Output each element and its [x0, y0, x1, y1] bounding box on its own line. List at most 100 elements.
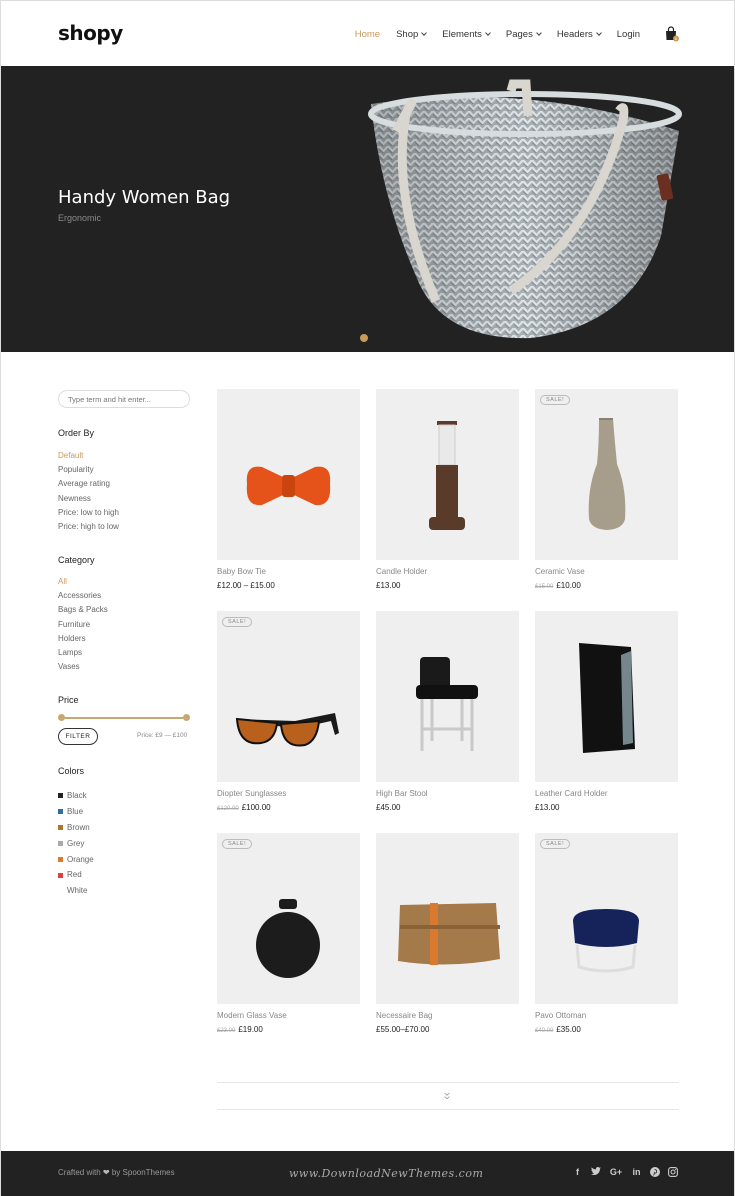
google-plus-icon[interactable]: G+ — [608, 1166, 624, 1177]
product-image[interactable] — [376, 611, 519, 782]
product-name[interactable]: High Bar Stool — [376, 789, 428, 798]
product-image[interactable] — [376, 833, 519, 1004]
product-card[interactable]: Baby Bow Tie £12.00 – £15.00 — [217, 389, 360, 590]
card-holder-icon — [535, 611, 678, 782]
site-footer: Crafted with ❤ by SpoonThemes www.Downlo… — [1, 1151, 734, 1196]
product-card[interactable]: Candle Holder £13.00 — [376, 389, 519, 590]
product-name[interactable]: Ceramic Vase — [535, 567, 585, 576]
product-image[interactable] — [535, 611, 678, 782]
product-image[interactable] — [217, 389, 360, 560]
old-price: £23.00 — [217, 1028, 236, 1034]
bar-stool-icon — [376, 611, 519, 782]
category-accessories[interactable]: Accessories — [58, 589, 108, 603]
product-image[interactable]: SALE! — [217, 833, 360, 1004]
product-image[interactable]: SALE! — [535, 833, 678, 1004]
color-brown[interactable]: Brown — [58, 820, 94, 836]
color-red[interactable]: Red — [58, 867, 94, 883]
product-price: £23.00 £19.00 — [217, 1025, 263, 1034]
product-name[interactable]: Diopter Sunglasses — [217, 789, 286, 798]
product-price: £15.00 £10.00 — [535, 581, 581, 590]
category-all[interactable]: All — [58, 575, 108, 589]
nav-headers[interactable]: Headers — [556, 29, 602, 40]
twitter-icon[interactable] — [590, 1166, 601, 1177]
load-more-chevron-icon[interactable] — [443, 1092, 451, 1100]
product-image[interactable]: SALE! — [217, 611, 360, 782]
order-by-list: Default Popularity Average rating Newnes… — [58, 449, 119, 534]
product-card[interactable]: High Bar Stool £45.00 — [376, 611, 519, 812]
category-furniture[interactable]: Furniture — [58, 618, 108, 632]
chevron-down-icon — [485, 30, 491, 36]
product-card[interactable]: SALE! Diopter Sunglasses £120.00 £100.00 — [217, 611, 360, 812]
color-swatch — [58, 825, 63, 831]
product-name[interactable]: Modern Glass Vase — [217, 1011, 287, 1020]
instagram-icon[interactable] — [667, 1166, 678, 1177]
product-name[interactable]: Candle Holder — [376, 567, 427, 576]
linkedin-icon[interactable]: in — [631, 1166, 642, 1177]
order-newness[interactable]: Newness — [58, 492, 119, 506]
colors-list: Black Blue Brown Grey Orange Red White — [58, 788, 94, 899]
current-price: £19.00 — [238, 1025, 263, 1034]
order-price-desc[interactable]: Price: high to low — [58, 520, 119, 534]
logo[interactable]: shopy — [58, 21, 123, 45]
necessaire-bag-icon — [376, 833, 519, 1004]
nav-shop[interactable]: Shop — [396, 29, 428, 40]
main-nav: Home Shop Elements Pages Headers Login — [339, 29, 640, 40]
nav-elements[interactable]: Elements — [442, 29, 491, 40]
product-price: £55.00–£70.00 — [376, 1025, 429, 1034]
category-bags[interactable]: Bags & Packs — [58, 603, 108, 617]
old-price: £120.00 — [217, 806, 239, 812]
product-card[interactable]: Leather Card Holder £13.00 — [535, 611, 678, 812]
product-name[interactable]: Baby Bow Tie — [217, 567, 266, 576]
nav-pages[interactable]: Pages — [505, 29, 542, 40]
color-black[interactable]: Black — [58, 788, 94, 804]
color-white[interactable]: White — [58, 883, 94, 899]
color-blue[interactable]: Blue — [58, 804, 94, 820]
product-name[interactable]: Pavo Ottoman — [535, 1011, 586, 1020]
category-holders[interactable]: Holders — [58, 632, 108, 646]
filter-button[interactable]: FILTER — [58, 728, 98, 745]
footer-by[interactable]: by SpoonThemes — [112, 1168, 175, 1177]
heart-icon: ❤ — [102, 1168, 110, 1177]
facebook-icon[interactable]: f — [572, 1166, 583, 1177]
category-lamps[interactable]: Lamps — [58, 646, 108, 660]
product-price: £45.00 — [376, 803, 400, 812]
nav-login-label: Login — [616, 29, 640, 40]
chevron-down-icon — [595, 30, 602, 36]
nav-shop-label: Shop — [396, 29, 419, 40]
order-price-asc[interactable]: Price: low to high — [58, 506, 119, 520]
product-image[interactable] — [376, 389, 519, 560]
nav-pages-label: Pages — [505, 29, 533, 40]
color-label: Brown — [67, 822, 90, 832]
price-slider-track[interactable] — [61, 717, 187, 719]
slider-dot[interactable] — [360, 334, 368, 342]
category-vases[interactable]: Vases — [58, 660, 108, 674]
product-name[interactable]: Necessaire Bag — [376, 1011, 432, 1020]
product-image[interactable]: SALE! — [535, 389, 678, 560]
product-card[interactable]: SALE! Pavo Ottoman £40.00 £35.00 — [535, 833, 678, 1034]
nav-headers-label: Headers — [556, 29, 593, 40]
color-orange[interactable]: Orange — [58, 852, 94, 868]
order-rating[interactable]: Average rating — [58, 477, 119, 491]
old-price: £15.00 — [535, 584, 554, 590]
color-swatch — [58, 809, 63, 815]
search-input[interactable] — [58, 390, 190, 408]
order-default[interactable]: Default — [58, 449, 119, 463]
nav-home[interactable]: Home — [355, 29, 380, 40]
order-popularity[interactable]: Popularity — [58, 463, 119, 477]
hero-subtitle: Ergonomic — [58, 213, 102, 223]
pinterest-icon[interactable] — [649, 1166, 660, 1177]
candle-holder-icon — [376, 389, 519, 560]
nav-login[interactable]: Login — [617, 29, 640, 40]
product-card[interactable]: SALE! Modern Glass Vase £23.00 £19.00 — [217, 833, 360, 1034]
sale-badge: SALE! — [222, 839, 253, 849]
product-name[interactable]: Leather Card Holder — [535, 789, 607, 798]
product-price: £13.00 — [376, 581, 400, 590]
color-grey[interactable]: Grey — [58, 836, 94, 852]
nav-elements-label: Elements — [442, 29, 482, 40]
page: shopy Home Shop Elements Pages Headers L… — [0, 0, 735, 1196]
price-slider-min-handle[interactable] — [58, 714, 65, 721]
product-card[interactable]: SALE! Ceramic Vase £15.00 £10.00 — [535, 389, 678, 590]
shopping-bag-icon[interactable]: 0 — [665, 26, 679, 42]
product-card[interactable]: Necessaire Bag £55.00–£70.00 — [376, 833, 519, 1034]
price-slider-max-handle[interactable] — [183, 714, 190, 721]
